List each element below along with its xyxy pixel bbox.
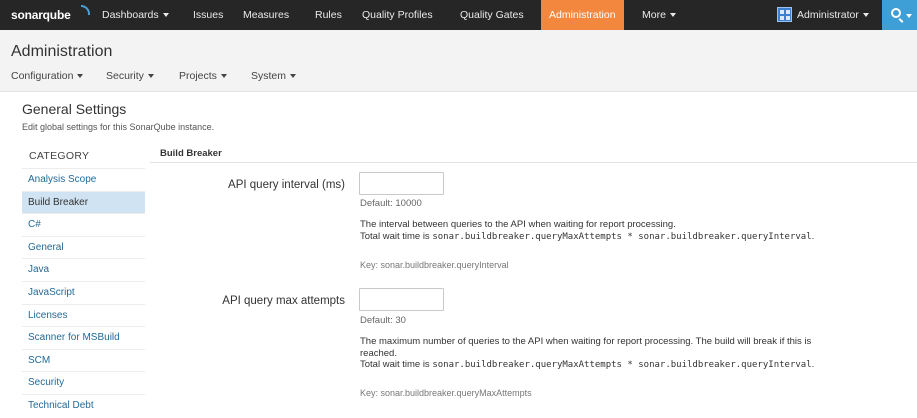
chevron-down-icon [220,74,227,78]
chevron-down-icon [162,13,169,17]
user-menu[interactable]: Administrator [797,0,869,30]
category-analysis-scope[interactable]: Analysis Scope [22,168,145,191]
category-csharp[interactable]: C# [22,213,145,236]
nav-quality-gates[interactable]: Quality Gates [460,0,524,30]
chevron-down-icon [290,74,297,78]
settings-description: Edit global settings for this SonarQube … [22,122,215,132]
settings-title: General Settings [22,101,127,117]
chevron-down-icon [77,74,84,78]
menu-projects[interactable]: Projects [179,70,227,82]
max-attempts-input[interactable] [359,288,444,311]
category-heading: CATEGORY [29,150,90,162]
nav-more[interactable]: More [642,0,676,30]
setting-key: Key: sonar.buildbreaker.queryInterval [360,260,509,270]
default-value: Default: 30 [360,315,406,326]
nav-issues[interactable]: Issues [193,0,223,30]
search-button[interactable] [882,0,917,30]
menu-configuration[interactable]: Configuration [11,70,84,82]
category-java[interactable]: Java [22,258,145,281]
menu-system[interactable]: System [251,70,297,82]
logo-wave-icon [81,5,90,15]
setting-label-query-interval: API query interval (ms) [228,179,345,191]
avatar[interactable] [777,7,792,22]
category-build-breaker[interactable]: Build Breaker [22,190,145,214]
chevron-down-icon [906,14,912,18]
category-scanner-for-msbuild[interactable]: Scanner for MSBuild [22,326,145,349]
chevron-down-icon [862,13,869,17]
section-title: Build Breaker [160,148,222,159]
section-divider [150,162,917,163]
category-technical-debt[interactable]: Technical Debt [22,393,145,417]
chevron-down-icon [147,74,154,78]
category-general[interactable]: General [22,235,145,259]
category-sidebar: Analysis Scope Build Breaker C# General … [22,168,145,417]
default-value: Default: 10000 [360,198,422,209]
search-icon [891,8,901,18]
setting-key: Key: sonar.buildbreaker.queryMaxAttempts [360,388,532,398]
nav-dashboards[interactable]: Dashboards [102,0,169,30]
setting-label-max-attempts: API query max attempts [222,295,345,307]
category-javascript[interactable]: JavaScript [22,280,145,304]
category-licenses[interactable]: Licenses [22,303,145,327]
top-navbar: sonarqube Dashboards Issues Measures Rul… [0,0,917,30]
page-title: Administration [11,43,113,60]
menu-security[interactable]: Security [106,70,154,82]
query-interval-input[interactable] [359,172,444,195]
setting-description: The maximum number of queries to the API… [360,336,815,370]
chevron-down-icon [669,13,676,17]
nav-rules[interactable]: Rules [315,0,342,30]
setting-description: The interval between queries to the API … [360,219,815,242]
nav-administration[interactable]: Administration [541,0,624,30]
page-header: Administration Configuration Security Pr… [0,30,917,92]
category-security[interactable]: Security [22,371,145,394]
category-scm[interactable]: SCM [22,348,145,372]
sonarqube-logo[interactable]: sonarqube [11,8,71,22]
nav-quality-profiles[interactable]: Quality Profiles [362,0,433,30]
nav-measures[interactable]: Measures [243,0,289,30]
